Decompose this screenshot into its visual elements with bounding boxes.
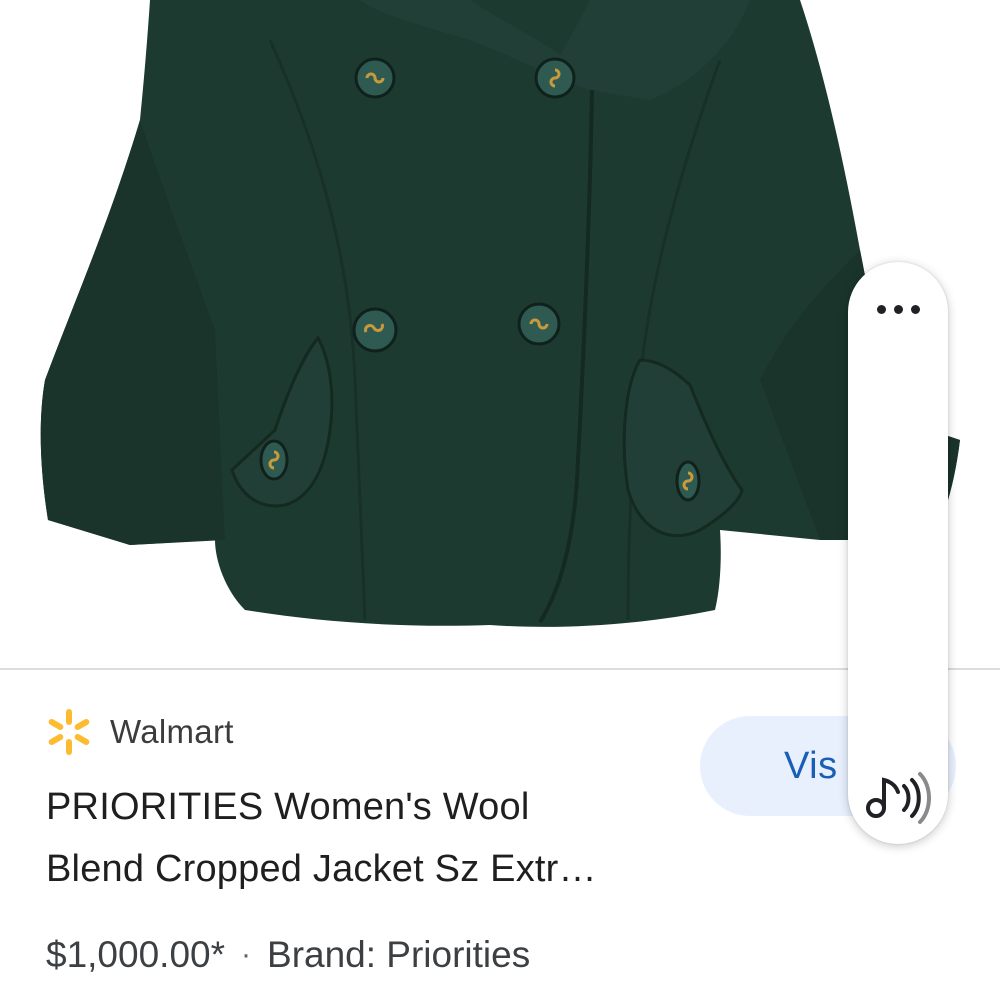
product-title[interactable]: PRIORITIES Women's Wool Blend Cropped Ja… [46, 776, 686, 900]
jacket-button [354, 57, 396, 99]
jacket-button [352, 307, 398, 353]
product-price: $1,000.00* [46, 934, 226, 975]
product-title-line-2: Blend Cropped Jacket Sz Extr… [46, 848, 597, 890]
jacket-button [675, 460, 701, 502]
walmart-spark-icon [48, 709, 90, 755]
floating-toolbar [848, 262, 948, 844]
more-horizontal-icon[interactable] [860, 284, 936, 334]
jacket-button [534, 57, 576, 99]
product-title-line-1: PRIORITIES Women's Wool [46, 786, 530, 828]
read-aloud-icon[interactable] [862, 762, 934, 830]
jacket-button [259, 439, 289, 481]
price-row: $1,000.00* · Brand: Priorities [46, 934, 530, 976]
merchant-name: Walmart [110, 713, 234, 750]
jacket-button [517, 302, 561, 346]
product-brand: Brand: Priorities [267, 934, 531, 975]
visit-button-label: Vis [784, 744, 838, 787]
separator-dot: · [241, 938, 252, 971]
merchant-row[interactable]: Walmart [44, 706, 234, 758]
